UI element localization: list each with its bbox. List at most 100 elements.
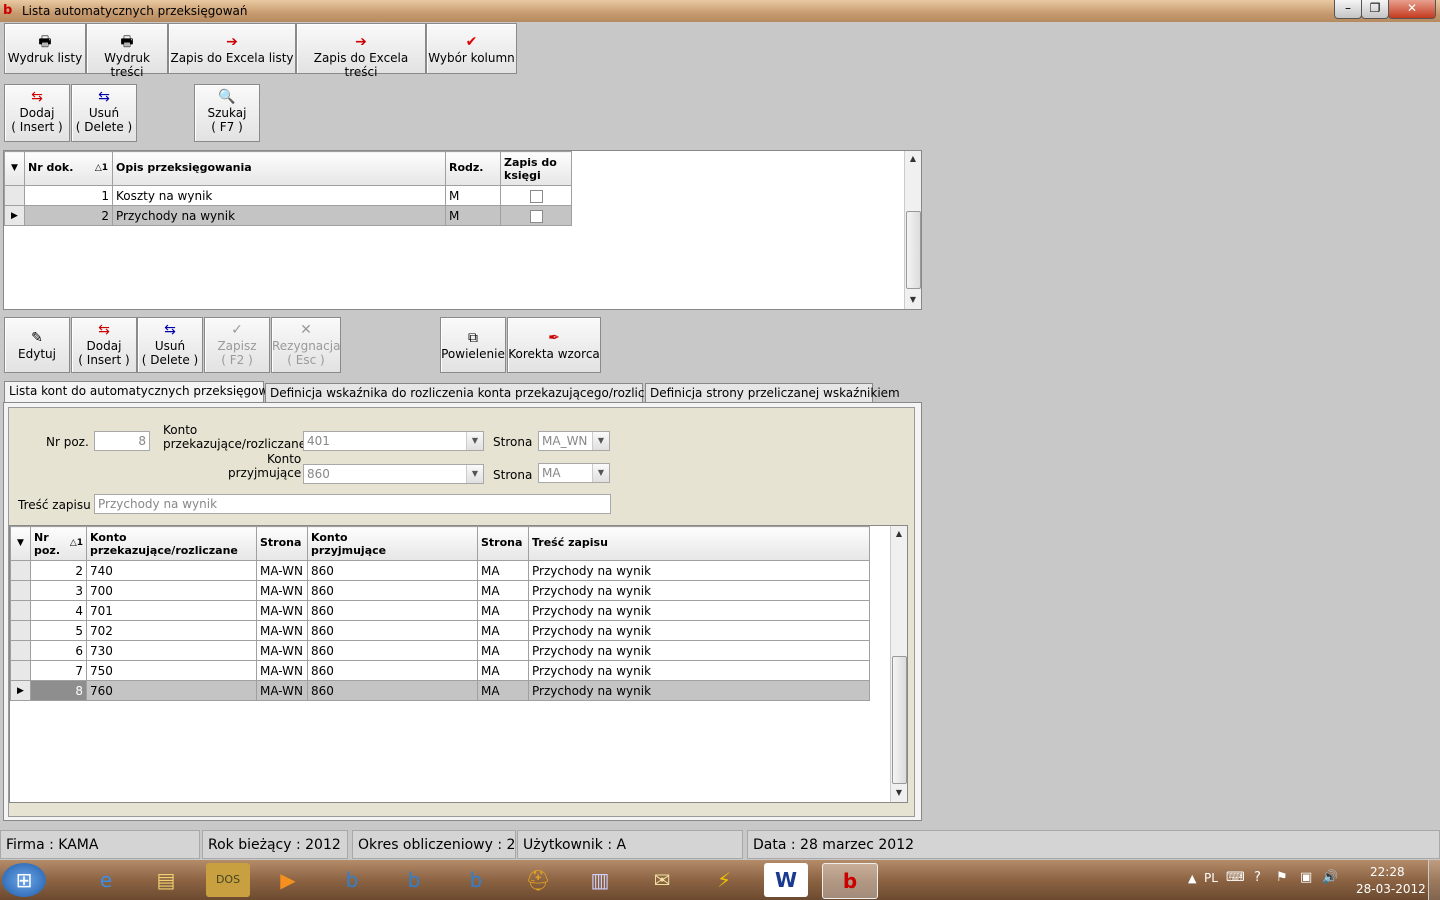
cell-przyjmujace[interactable]: 860 [307,600,478,621]
print-list-button[interactable]: 🖶 Wydruk listy [4,23,86,74]
header-strona[interactable]: Strona [256,526,308,561]
chevron-down-icon[interactable]: ▼ [592,464,609,482]
row-indicator[interactable] [10,560,31,581]
scroll-up-icon[interactable]: ▲ [891,527,907,541]
cell-strona2[interactable]: MA [477,680,529,701]
table-row[interactable]: ▶ 2 Przychody na wynik M [4,205,572,226]
clock-time[interactable]: 22:28 [1370,865,1405,879]
vertical-scrollbar[interactable]: ▲ ▼ [890,526,907,802]
scroll-thumb[interactable] [906,211,921,289]
file-explorer-icon[interactable]: ▤ [144,863,188,897]
cell-strona[interactable]: MA-WN [256,620,308,641]
cell-konto[interactable]: 701 [86,600,257,621]
lightning-icon[interactable]: ⚡ [702,863,746,897]
cell-strona2[interactable]: MA [477,600,529,621]
cell-przyjmujace[interactable]: 860 [307,660,478,681]
tab-account-list[interactable]: Lista kont do automatycznych przeksięgow… [4,381,283,403]
duplicate-button[interactable]: ⧉ Powielenie [440,317,506,373]
header-nr-dok[interactable]: Nr dok. △1 [24,151,113,186]
cell-tresc[interactable]: Przychody na wynik [528,620,870,641]
cell-strona2[interactable]: MA [477,660,529,681]
cell-nr[interactable]: 2 [30,560,87,581]
table-row[interactable]: 4 701 MA-WN 860 MA Przychody na wynik [10,600,870,621]
cell-strona2[interactable]: MA [477,580,529,601]
cell-strona2[interactable]: MA [477,620,529,641]
print-content-button[interactable]: 🖶 Wydruk treści [86,23,168,79]
documents-grid[interactable]: ▼ Nr dok. △1 Opis przeksięgowania Rodz. Z… [3,150,922,310]
helmet-icon[interactable]: ⛑ [516,863,560,897]
delete-document-button[interactable]: ⇆ Usuń ( Delete ) [71,84,137,142]
cell-strona[interactable]: MA-WN [256,640,308,661]
excel-export-content-button[interactable]: ➔ Zapis do Excela treści [296,23,426,79]
cell-przyjmujace[interactable]: 860 [307,620,478,641]
cell-tresc[interactable]: Przychody na wynik [528,560,870,581]
vertical-scrollbar[interactable]: ▲ ▼ [904,151,921,309]
cell-konto[interactable]: 740 [86,560,257,581]
tresc-input[interactable]: Przychody na wynik [94,494,611,514]
header-tresc[interactable]: Treść zapisu [528,526,870,561]
cell-nr[interactable]: 3 [30,580,87,601]
close-button[interactable]: ✕ [1388,0,1436,19]
windows-start-icon[interactable]: ⊞ [2,863,46,897]
header-konto-przekazujace[interactable]: Konto przekazujące/rozliczane [86,526,257,561]
cell-tresc[interactable]: Przychody na wynik [528,660,870,681]
cancel-button[interactable]: ✕ Rezygnacja ( Esc ) [271,317,341,373]
app-b-icon[interactable]: b [454,863,498,897]
table-row[interactable]: 6 730 MA-WN 860 MA Przychody na wynik [10,640,870,661]
konto-przekazujace-select[interactable]: 401 ▼ [303,431,484,451]
cell-przyjmujace[interactable]: 860 [307,680,478,701]
cell-opis[interactable]: Koszty na wynik [112,185,446,206]
pattern-correction-button[interactable]: ✒ Korekta wzorca [507,317,601,373]
checkbox[interactable] [529,189,543,203]
cell-nr[interactable]: 2 [24,205,113,226]
cell-przyjmujace[interactable]: 860 [307,580,478,601]
cell-rodz[interactable]: M [445,185,501,206]
language-indicator[interactable]: PL [1204,871,1218,885]
cell-tresc[interactable]: Przychody na wynik [528,580,870,601]
show-hidden-icons-icon[interactable]: ▲ [1188,872,1196,885]
row-indicator[interactable] [10,580,31,601]
cell-strona2[interactable]: MA [477,640,529,661]
media-player-icon[interactable]: ▶ [266,863,310,897]
row-indicator[interactable] [10,640,31,661]
save-button[interactable]: ✓ Zapisz ( F2 ) [204,317,270,373]
app-b-icon[interactable]: b [392,863,436,897]
cell-strona[interactable]: MA-WN [256,680,308,701]
action-center-icon[interactable]: ⚑ [1276,870,1288,885]
table-row[interactable]: ▶ 8 760 MA-WN 860 MA Przychody na wynik [10,680,870,701]
grid-menu-header[interactable]: ▼ [4,151,25,186]
row-indicator[interactable] [10,600,31,621]
volume-icon[interactable]: 🔊 [1322,870,1338,885]
nr-poz-input[interactable]: 8 [94,431,150,451]
cell-strona2[interactable]: MA [477,560,529,581]
strona-select[interactable]: MA_WN ▼ [538,431,610,451]
strona2-select[interactable]: MA ▼ [538,463,610,483]
scroll-thumb[interactable] [892,656,907,784]
edit-button[interactable]: ✎ Edytuj [4,317,70,373]
row-indicator[interactable] [10,660,31,681]
show-desktop-button[interactable] [1428,860,1440,900]
cell-nr[interactable]: 7 [30,660,87,681]
tab-side-definition[interactable]: Definicja strony przeliczanej wskaźnikie… [645,383,900,402]
cell-strona[interactable]: MA-WN [256,660,308,681]
cell-nr[interactable]: 1 [24,185,113,206]
chevron-down-icon[interactable]: ▼ [466,432,483,450]
table-row[interactable]: 2 740 MA-WN 860 MA Przychody na wynik [10,560,870,581]
scroll-down-icon[interactable]: ▼ [891,786,907,800]
scroll-down-icon[interactable]: ▼ [905,293,921,307]
delete-entry-button[interactable]: ⇆ Usuń ( Delete ) [137,317,203,373]
cell-konto[interactable]: 750 [86,660,257,681]
network-icon[interactable]: ▣ [1300,870,1312,885]
cell-przyjmujace[interactable]: 860 [307,560,478,581]
cell-przyjmujace[interactable]: 860 [307,640,478,661]
cell-tresc[interactable]: Przychody na wynik [528,600,870,621]
header-opis[interactable]: Opis przeksięgowania [112,151,446,186]
cell-tresc[interactable]: Przychody na wynik [528,640,870,661]
konto-przyjmujace-select[interactable]: 860 ▼ [303,464,484,484]
cell-konto[interactable]: 730 [86,640,257,661]
cell-nr[interactable]: 8 [30,680,87,701]
word-icon[interactable]: W [764,863,808,897]
header-strona2[interactable]: Strona [477,526,529,561]
cell-zapis[interactable] [500,185,572,206]
dosbox-icon[interactable]: DOS [206,863,250,897]
